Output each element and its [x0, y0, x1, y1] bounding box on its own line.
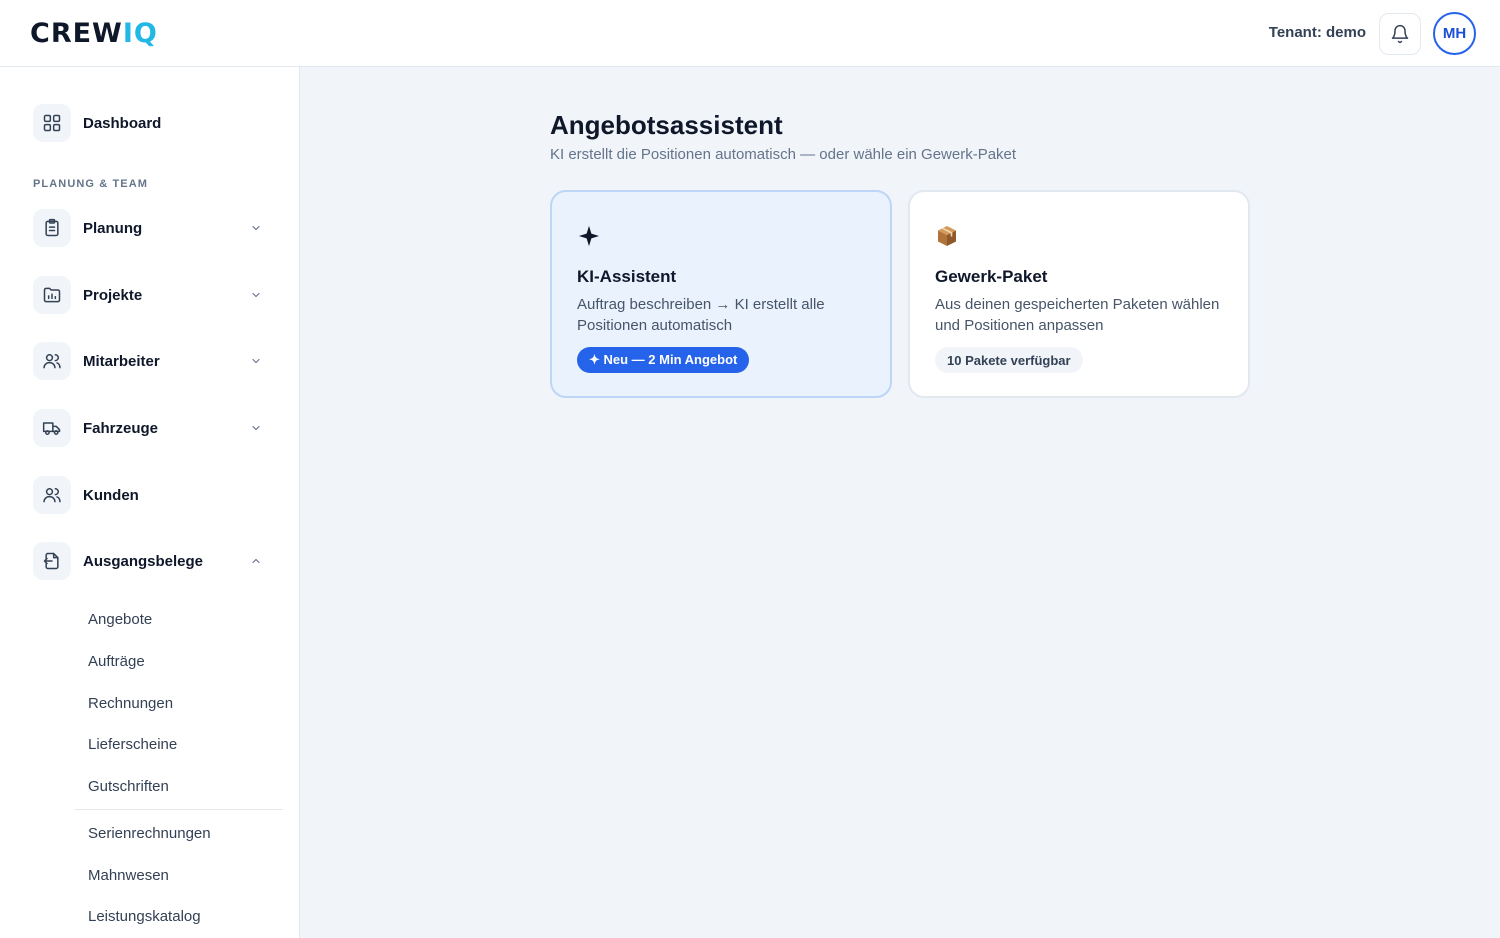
logo-text-main: CREW [30, 17, 123, 49]
tenant-label: Tenant: demo [1268, 24, 1366, 41]
chevron-down-icon [249, 288, 263, 302]
card-title: Gewerk-Paket [935, 267, 1048, 286]
sidebar-subitem-serienrechnungen[interactable]: Serienrechnungen [88, 825, 211, 842]
sidebar-item-fahrzeuge[interactable]: Fahrzeuge [33, 408, 273, 448]
sidebar-subitem-auftraege[interactable]: Aufträge [88, 653, 145, 670]
customers-icon [33, 476, 71, 514]
grid-icon [33, 104, 71, 142]
card-description: Aus deinen gespeicherten Paketen wählen … [935, 296, 1220, 334]
sidebar-item-ausgangsbelege[interactable]: Ausgangsbelege [33, 541, 273, 581]
section-title: PLANUNG & TEAM [33, 178, 149, 190]
sidebar-item-label: Planung [83, 219, 143, 237]
sidebar-item-label: Projekte [83, 286, 143, 304]
new-badge: ✦ Neu — 2 Min Angebot [577, 347, 750, 373]
top-header: CREW IQ Tenant: demo MH [0, 0, 1500, 67]
sidebar-item-label: Mitarbeiter [83, 352, 160, 370]
truck-icon [33, 409, 71, 447]
users-icon [33, 342, 71, 380]
sidebar-subitem-mahnwesen[interactable]: Mahnwesen [88, 867, 169, 884]
crewiq-logo[interactable]: CREW IQ [30, 17, 158, 49]
sidebar-item-planung[interactable]: Planung [33, 208, 273, 248]
sidebar-item-label: Fahrzeuge [83, 419, 159, 437]
card-title: KI-Assistent [577, 267, 677, 286]
sidebar-item-label: Kunden [83, 486, 139, 504]
sidebar-subitem-leistungskatalog[interactable]: Leistungskatalog [88, 908, 201, 925]
sidebar-item-mitarbeiter[interactable]: Mitarbeiter [33, 341, 273, 381]
sparkle-icon [577, 224, 601, 248]
page-subtitle: KI erstellt die Positionen automatisch —… [550, 146, 1017, 163]
document-out-icon [33, 542, 71, 580]
gewerk-paket-card[interactable]: Gewerk-Paket Aus deinen gespeicherten Pa… [908, 190, 1250, 398]
chevron-down-icon [249, 221, 263, 235]
sidebar-subitem-rechnungen[interactable]: Rechnungen [88, 695, 173, 712]
user-avatar[interactable]: MH [1433, 12, 1476, 55]
package-icon [935, 224, 959, 248]
sidebar-item-kunden[interactable]: Kunden [33, 475, 273, 515]
sidebar-item-label: Ausgangsbelege [83, 552, 204, 570]
sidebar-subitem-lieferscheine[interactable]: Lieferscheine [88, 736, 177, 753]
sidebar-item-projekte[interactable]: Projekte [33, 275, 273, 315]
notifications-button[interactable] [1379, 13, 1421, 55]
chevron-up-icon [249, 554, 263, 568]
card-description: Auftrag beschreiben → KI erstellt alle P… [577, 296, 825, 334]
chevron-down-icon [249, 421, 263, 435]
sidebar: Dashboard PLANUNG & TEAM Planung Projekt… [0, 67, 300, 938]
page-title: Angebotsassistent [550, 110, 783, 140]
sidebar-subitem-angebote[interactable]: Angebote [88, 611, 152, 628]
sidebar-item-dashboard[interactable]: Dashboard [33, 103, 273, 143]
folder-chart-icon [33, 276, 71, 314]
bell-icon [1391, 24, 1409, 44]
packages-count-badge: 10 Pakete verfügbar [935, 347, 1083, 373]
sidebar-subitem-gutschriften[interactable]: Gutschriften [88, 778, 169, 795]
logo-text-accent: IQ [122, 17, 158, 49]
clipboard-icon [33, 209, 71, 247]
sidebar-item-label: Dashboard [83, 114, 162, 132]
ki-assistent-card[interactable]: KI-Assistent Auftrag beschreiben → KI er… [550, 190, 892, 398]
divider [75, 809, 283, 810]
chevron-down-icon [249, 354, 263, 368]
